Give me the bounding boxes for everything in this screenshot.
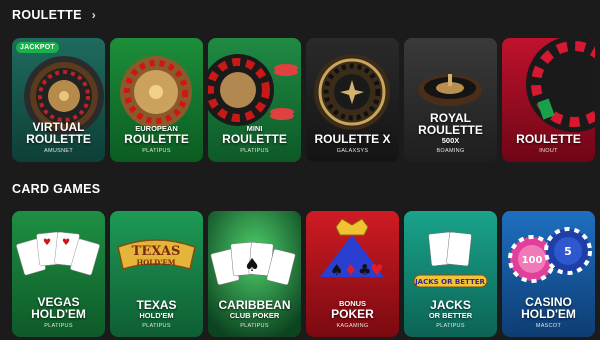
section-title-card-games[interactable]: CARD GAMES	[12, 182, 100, 196]
provider-label: MASCOT	[535, 323, 562, 329]
game-tile-texas-holdem[interactable]: TEXAS HOLD'EM TEXAS HOLD'EM PLATIPUS	[110, 211, 203, 337]
svg-text:♥: ♥	[62, 238, 70, 248]
provider-label: PLATIPUS	[142, 323, 171, 329]
chevron-right-icon[interactable]: ›	[92, 8, 96, 22]
game-tile-roulette-x[interactable]: ROULETTE X GALAXSYS	[306, 38, 399, 162]
tile-label: JACKS OR BETTER PLATIPUS	[404, 299, 497, 329]
svg-text:♠: ♠	[244, 255, 260, 276]
game-name-line2: HOLD'EM	[521, 307, 576, 321]
game-tile-caribbean-club-poker[interactable]: ♠ CARIBBEAN CLUB POKER PLATIPUS	[208, 211, 301, 337]
section-title-roulette[interactable]: ROULETTE ›	[12, 8, 96, 22]
chip-value-5: 5	[564, 245, 572, 258]
provider-label: INOUT	[539, 148, 558, 154]
game-tile-royal-roulette[interactable]: ROYAL ROULETTE 500X BOAMING	[404, 38, 497, 162]
game-name-line2: ROULETTE	[124, 132, 189, 146]
game-name-line2: HOLD'EM	[31, 307, 86, 321]
game-name-line1: JACKS	[430, 298, 471, 312]
tile-label: ROULETTE INOUT	[502, 133, 595, 154]
provider-label: AMUSNET	[44, 148, 73, 154]
game-name-small: HOLD'EM	[139, 311, 174, 320]
tile-label: BONUS POKER KAGAMING	[306, 299, 399, 329]
tile-label: TEXAS HOLD'EM PLATIPUS	[110, 299, 203, 329]
provider-label: GALAXSYS	[336, 148, 369, 154]
chip-value-100: 100	[522, 255, 543, 266]
tile-label: ROYAL ROULETTE 500X BOAMING	[404, 112, 497, 154]
game-name-line2: ROULETTE	[222, 132, 287, 146]
game-tile-mini-roulette[interactable]: MINI ROULETTE PLATIPUS	[208, 38, 301, 162]
svg-text:♠: ♠	[330, 261, 343, 279]
tile-label: VEGAS HOLD'EM PLATIPUS	[12, 296, 105, 329]
section-title-text: CARD GAMES	[12, 182, 101, 196]
provider-label: BOAMING	[436, 148, 465, 154]
jacks-logo-text: JACKS OR BETTER	[414, 278, 485, 286]
tile-label: CASINO HOLD'EM MASCOT	[502, 296, 595, 329]
game-name-multiplier: 500X	[441, 136, 460, 145]
provider-label: KAGAMING	[336, 323, 369, 329]
tile-label: VIRTUAL ROULETTE AMUSNET	[12, 121, 105, 154]
texas-logo-text: TEXAS	[132, 244, 181, 259]
provider-label: PLATIPUS	[240, 323, 269, 329]
svg-text:♥: ♥	[370, 261, 383, 279]
game-name-line1: TEXAS	[136, 298, 177, 312]
provider-label: PLATIPUS	[142, 148, 171, 154]
game-name-line2: ROULETTE	[26, 132, 91, 146]
jackpot-badge: JACKPOT	[16, 42, 59, 53]
game-name-line2: POKER	[331, 307, 374, 321]
game-tile-jacks-or-better[interactable]: JACKS OR BETTER JACKS OR BETTER PLATIPUS	[404, 211, 497, 337]
card-games-row: ♥ ♥ VEGAS HOLD'EM PLATIPUS TEXAS HOLD'EM …	[12, 211, 595, 337]
game-tile-casino-holdem[interactable]: 100 5 CASINO HOLD'EM MASCOT	[502, 211, 595, 337]
game-name-line2: ROULETTE	[516, 132, 581, 146]
svg-text:♥: ♥	[43, 238, 51, 248]
tile-label: EUROPEAN ROULETTE PLATIPUS	[110, 124, 203, 154]
provider-label: PLATIPUS	[436, 323, 465, 329]
game-tile-virtual-roulette[interactable]: JACKPOT VIRTUAL ROULETTE AMUSNET	[12, 38, 105, 162]
game-name-line2: ROULETTE X	[314, 132, 391, 146]
game-tile-roulette-inout[interactable]: ROULETTE INOUT	[502, 38, 595, 162]
section-title-text: ROULETTE	[12, 8, 82, 22]
game-tile-european-roulette[interactable]: EUROPEAN ROULETTE PLATIPUS	[110, 38, 203, 162]
tile-label: CARIBBEAN CLUB POKER PLATIPUS	[208, 299, 301, 329]
holdem-logo-text: HOLD'EM	[137, 258, 176, 267]
provider-label: PLATIPUS	[240, 148, 269, 154]
game-name-small: OR BETTER	[428, 311, 473, 320]
game-name-line1: CARIBBEAN	[218, 298, 291, 312]
tile-label: ROULETTE X GALAXSYS	[306, 133, 399, 154]
game-tile-bonus-poker[interactable]: ♠ ♣ ♦ ♥ BONUS POKER KAGAMING	[306, 211, 399, 337]
svg-text:♦: ♦	[344, 261, 357, 279]
game-tile-vegas-holdem[interactable]: ♥ ♥ VEGAS HOLD'EM PLATIPUS	[12, 211, 105, 337]
provider-label: PLATIPUS	[44, 323, 73, 329]
game-name-line2: ROULETTE	[418, 123, 483, 137]
roulette-games-row: JACKPOT VIRTUAL ROULETTE AMUSNET EUROPEA…	[12, 38, 595, 162]
tile-label: MINI ROULETTE PLATIPUS	[208, 124, 301, 154]
game-name-small: CLUB POKER	[229, 311, 280, 320]
